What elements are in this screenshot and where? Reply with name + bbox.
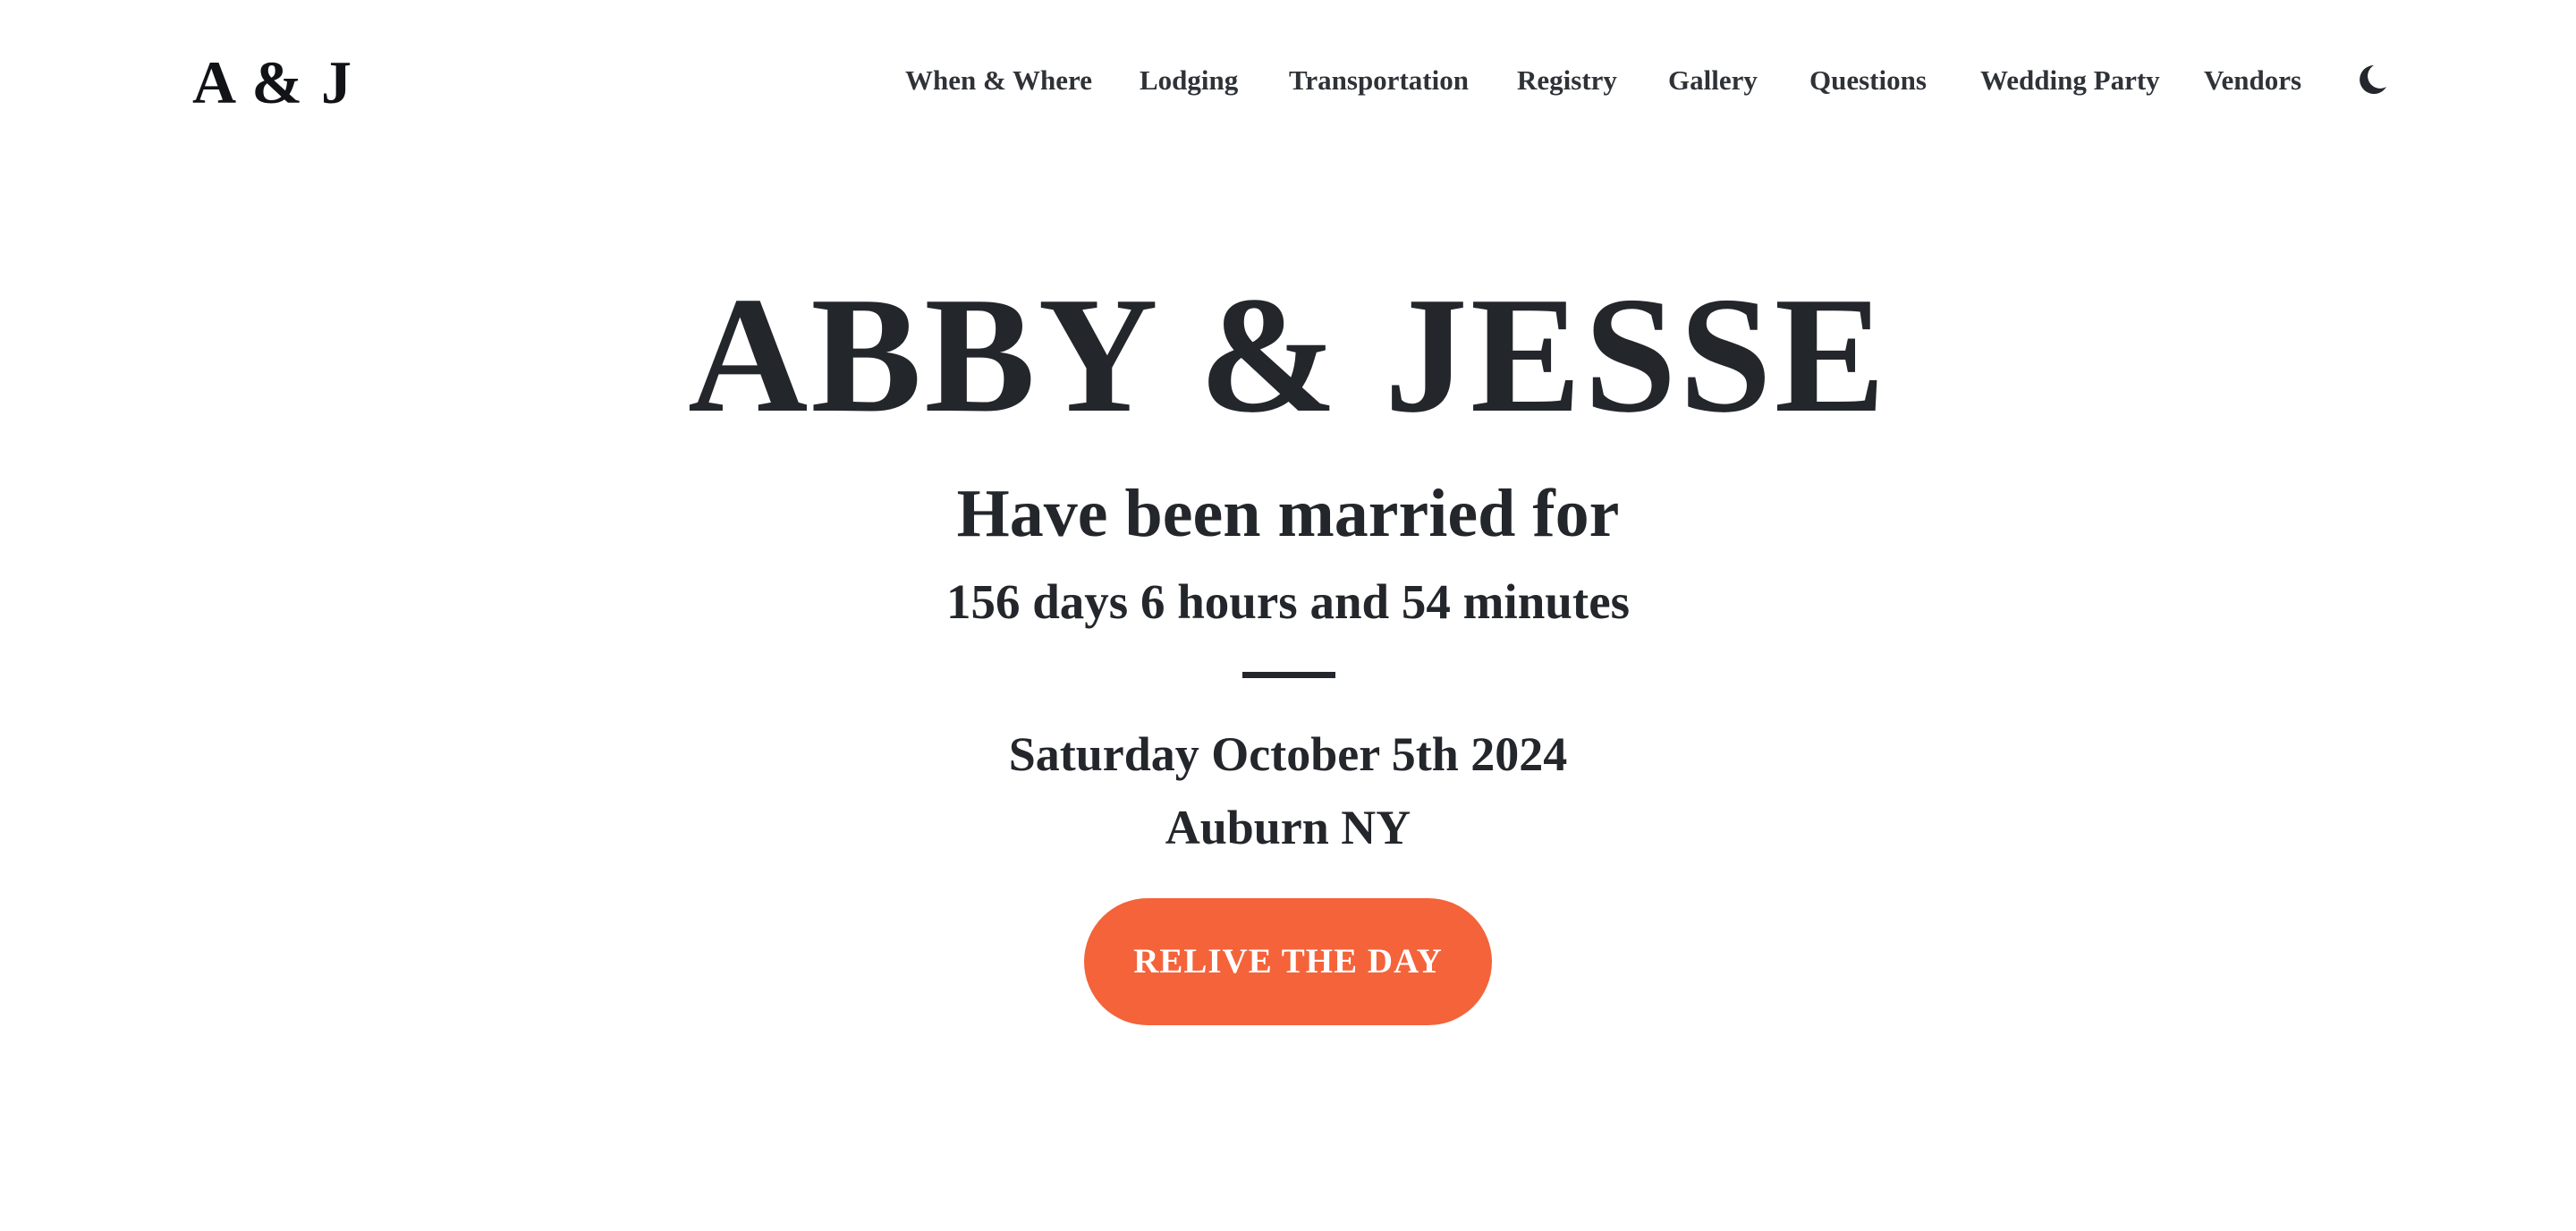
- section-divider: [1242, 672, 1335, 678]
- couple-names-title: ABBY & JESSE: [688, 263, 1888, 447]
- nav-link-gallery[interactable]: Gallery: [1668, 63, 1758, 98]
- wedding-location: Auburn NY: [1165, 801, 1411, 854]
- marriage-countdown: 156 days 6 hours and 54 minutes: [945, 574, 1631, 629]
- site-header: A & J When & Where Lodging Transportatio…: [0, 0, 2576, 161]
- theme-toggle-button[interactable]: [2354, 60, 2390, 99]
- nav-link-questions[interactable]: Questions: [1809, 63, 1927, 98]
- nav-link-registry[interactable]: Registry: [1517, 63, 1617, 98]
- nav-link-lodging[interactable]: Lodging: [1140, 63, 1238, 98]
- married-for-subtitle: Have been married for: [956, 476, 1620, 551]
- nav-link-when-where[interactable]: When & Where: [905, 63, 1092, 98]
- wedding-date: Saturday October 5th 2024: [1008, 727, 1568, 781]
- nav-link-wedding-party[interactable]: Wedding Party: [1980, 63, 2160, 98]
- main-nav: When & Where Lodging Transportation Regi…: [0, 63, 2576, 98]
- nav-link-vendors[interactable]: Vendors: [2204, 63, 2301, 98]
- nav-link-transportation[interactable]: Transportation: [1289, 63, 1469, 98]
- moon-icon: [2360, 65, 2386, 94]
- relive-the-day-button[interactable]: RELIVE THE DAY: [1084, 898, 1492, 1025]
